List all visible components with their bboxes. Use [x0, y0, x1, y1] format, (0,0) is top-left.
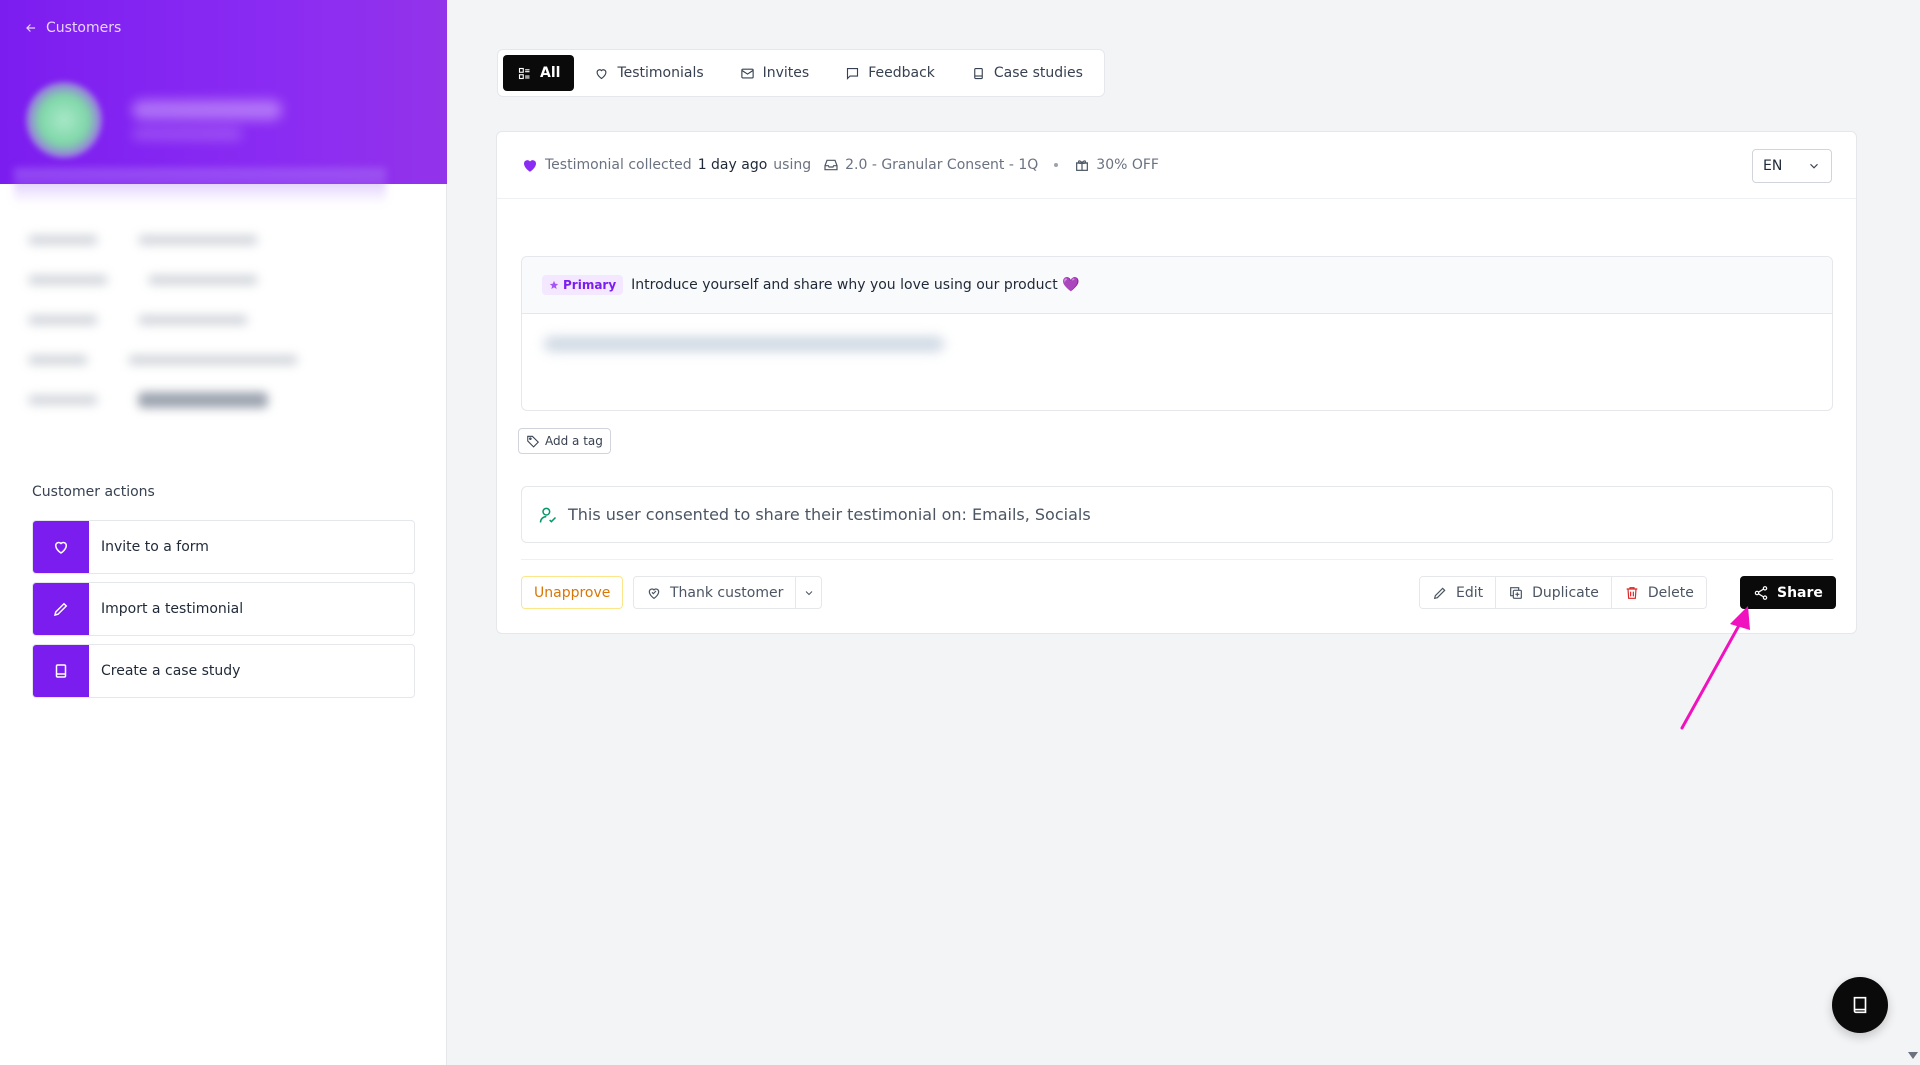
back-to-customers-link[interactable]: Customers — [24, 20, 121, 36]
customer-actions-title: Customer actions — [32, 484, 155, 500]
annotation-arrow — [1680, 606, 1750, 730]
heart-icon — [54, 541, 68, 554]
consent-text: This user consented to share their testi… — [568, 505, 1091, 524]
purple-heart-icon — [524, 160, 536, 172]
unapprove-button[interactable]: Unapprove — [521, 576, 624, 609]
testimonial-filter-tabs: All Testimonials Invites Feedback Case s… — [497, 49, 1105, 97]
language-value: EN — [1763, 158, 1783, 174]
gift-icon — [1076, 160, 1089, 171]
question-header: Primary Introduce yourself and share why… — [522, 257, 1832, 314]
message-icon — [847, 67, 859, 80]
heart-handshake-icon — [648, 587, 660, 599]
testimonial-card: Testimonial collected 1 day ago using 2.… — [496, 131, 1857, 634]
redacted-customer-subtitle — [132, 128, 242, 140]
pencil-icon — [1433, 586, 1446, 599]
duplicate-button[interactable]: Duplicate — [1496, 577, 1612, 608]
import-testimonial-button[interactable]: Import a testimonial — [32, 582, 415, 636]
tab-label: Testimonials — [617, 65, 704, 81]
edit-button[interactable]: Edit — [1420, 577, 1497, 608]
inbox-icon — [824, 159, 838, 171]
tab-label: All — [540, 65, 561, 81]
share-label: Share — [1777, 584, 1823, 601]
book-icon — [974, 67, 983, 79]
page-scrollbar[interactable] — [1906, 0, 1920, 1065]
badge-label: Primary — [563, 278, 617, 292]
share-icon — [1754, 585, 1768, 600]
tab-invites[interactable]: Invites — [724, 55, 826, 91]
tab-label: Case studies — [993, 65, 1083, 81]
grid-list-icon — [518, 67, 530, 79]
tab-case-studies[interactable]: Case studies — [955, 55, 1099, 91]
star-icon — [549, 280, 559, 289]
create-case-study-button[interactable]: Create a case study — [32, 644, 415, 698]
avatar — [26, 82, 102, 158]
redacted-detail-row — [28, 260, 348, 300]
question-text: Introduce yourself and share why you lov… — [631, 277, 1080, 293]
redacted-detail-row — [28, 300, 348, 340]
collected-text: Testimonial collected — [545, 157, 692, 173]
trash-icon — [1626, 586, 1638, 599]
edit-label: Edit — [1456, 584, 1484, 601]
language-select[interactable]: EN — [1752, 149, 1832, 183]
reward-label: 30% OFF — [1096, 157, 1159, 173]
action-label: Create a case study — [101, 663, 241, 679]
user-check-icon — [539, 507, 557, 523]
thank-customer-label: Thank customer — [670, 584, 784, 601]
chevron-down-icon — [805, 590, 813, 595]
unapprove-label: Unapprove — [534, 584, 611, 601]
tab-label: Feedback — [868, 65, 935, 81]
heart-icon — [596, 68, 607, 79]
tab-testimonials[interactable]: Testimonials — [578, 55, 719, 91]
separator-dot — [1054, 163, 1059, 167]
help-widget-button[interactable] — [1832, 977, 1888, 1033]
delete-label: Delete — [1647, 584, 1694, 601]
action-label: Import a testimonial — [101, 601, 244, 617]
tag-icon — [527, 435, 539, 448]
book-icon — [55, 664, 67, 678]
redacted-answer-text — [544, 337, 944, 351]
consent-notice: This user consented to share their testi… — [521, 486, 1833, 543]
redacted-banner-fade — [14, 168, 386, 204]
primary-badge: Primary — [542, 275, 624, 295]
action-icon-box — [33, 521, 89, 573]
mail-icon — [740, 68, 754, 78]
tab-all[interactable]: All — [503, 55, 575, 91]
redacted-detail-row — [28, 380, 348, 420]
action-label: Invite to a form — [101, 539, 209, 555]
scroll-down-arrow[interactable] — [1908, 1052, 1918, 1059]
customer-header-banner: Customers — [0, 0, 447, 184]
action-icon-box — [33, 583, 89, 635]
arrow-left-icon — [26, 24, 36, 32]
back-link-label: Customers — [46, 20, 122, 36]
form-name-link[interactable]: 2.0 - Granular Consent - 1Q — [845, 157, 1038, 173]
book-icon — [1853, 996, 1867, 1014]
testimonial-meta-bar: Testimonial collected 1 day ago using 2.… — [497, 132, 1856, 199]
duplicate-label: Duplicate — [1532, 584, 1599, 601]
customer-sidebar: Customers Customer actions Invite to a f… — [0, 0, 447, 1065]
chevron-down-icon — [1810, 163, 1818, 169]
action-icon-box — [33, 645, 89, 697]
add-tag-label: Add a tag — [545, 434, 603, 448]
add-tag-button[interactable]: Add a tag — [518, 428, 611, 454]
pencil-icon — [53, 602, 68, 617]
collected-time: 1 day ago — [697, 157, 768, 173]
redacted-customer-name — [132, 100, 282, 120]
redacted-detail-row — [28, 220, 348, 260]
divider — [521, 559, 1833, 560]
thank-customer-button[interactable]: Thank customer — [633, 576, 823, 609]
tab-label: Invites — [762, 65, 810, 81]
question-answer-box: Primary Introduce yourself and share why… — [521, 256, 1833, 411]
thank-customer-dropdown[interactable] — [795, 577, 821, 608]
edit-actions-group: Edit Duplicate Delete — [1419, 576, 1707, 609]
using-text: using — [773, 157, 812, 173]
invite-to-form-button[interactable]: Invite to a form — [32, 520, 415, 574]
redacted-customer-details — [28, 220, 348, 420]
duplicate-icon — [1510, 586, 1523, 599]
redacted-detail-row — [28, 340, 348, 380]
tab-feedback[interactable]: Feedback — [829, 55, 951, 91]
